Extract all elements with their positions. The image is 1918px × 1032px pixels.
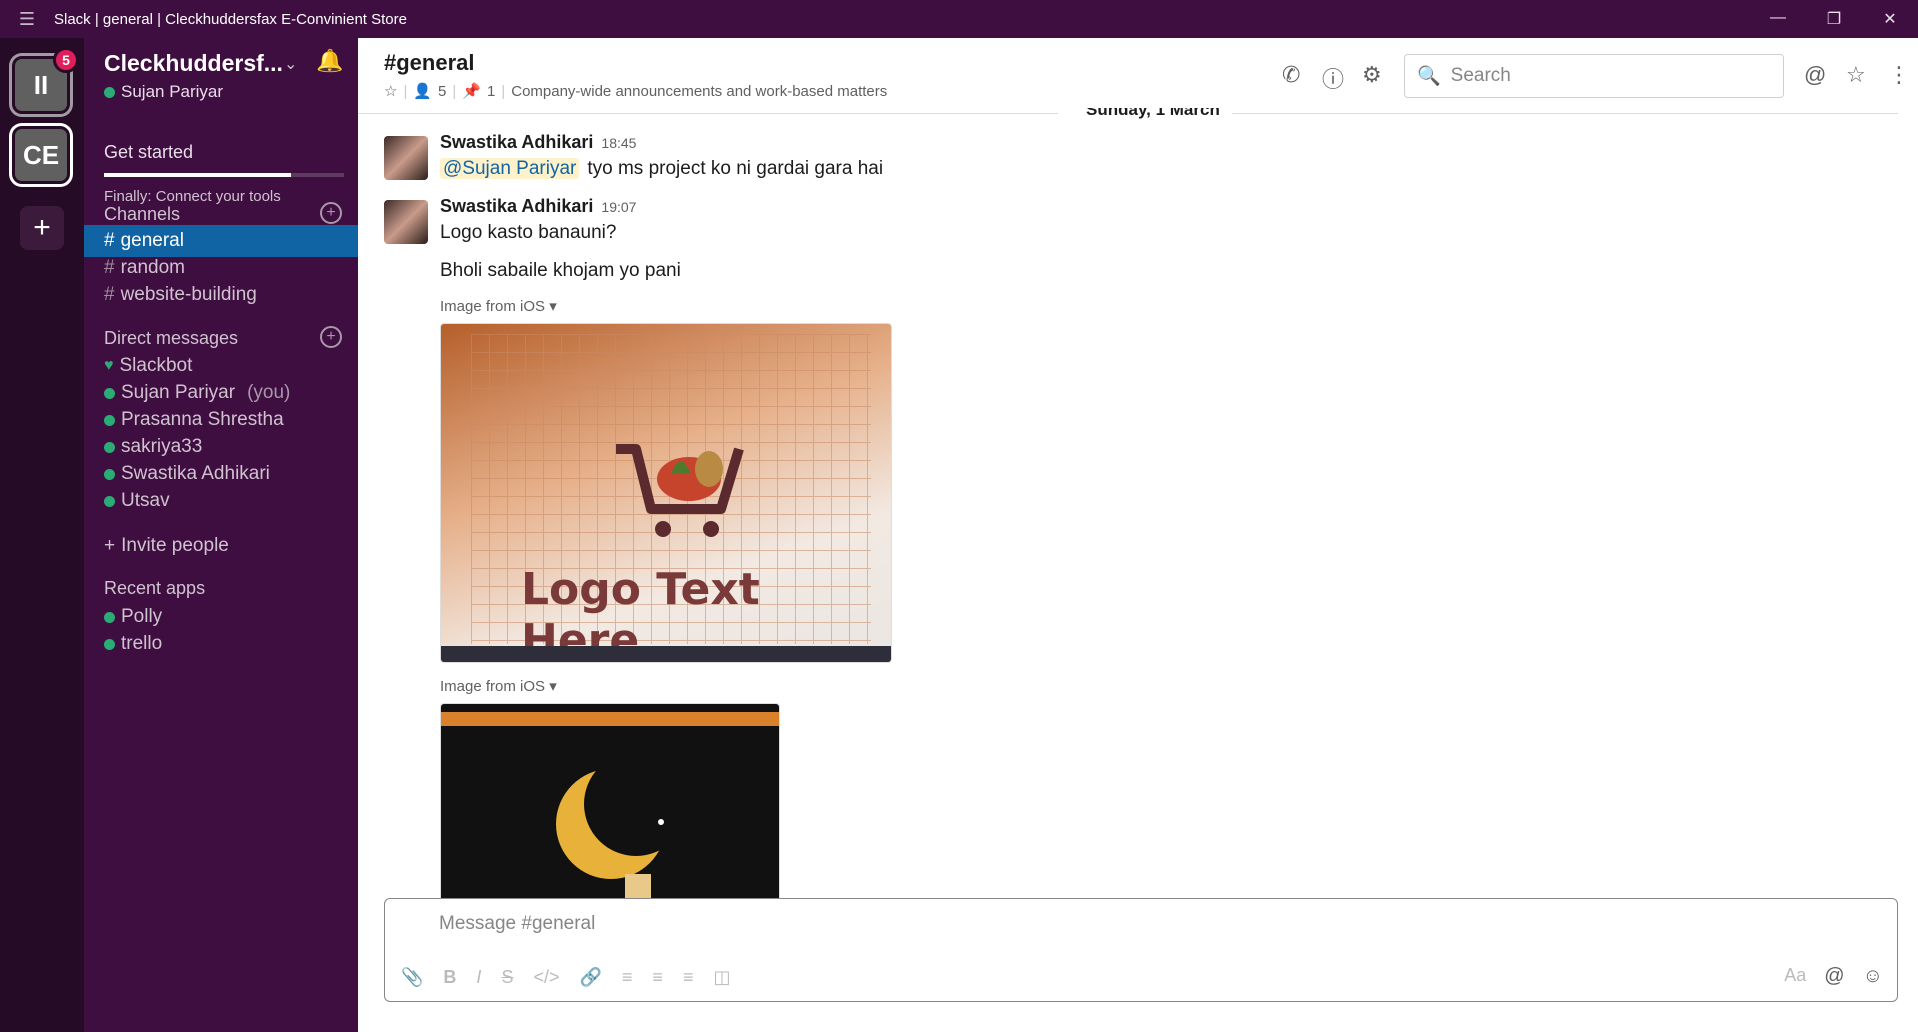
code-block-icon[interactable]: ◫ [713, 967, 730, 988]
minimize-icon[interactable]: — [1750, 9, 1806, 29]
gear-icon[interactable]: ⚙ [1362, 62, 1382, 88]
search-icon: 🔍 [1417, 66, 1441, 87]
window-title: Slack | general | Cleckhuddersfax E-Conv… [54, 10, 407, 28]
mention-icon[interactable]: @ [1824, 965, 1844, 988]
get-started-progress [104, 173, 344, 177]
title-bar: ☰ Slack | general | Cleckhuddersfax E-Co… [0, 0, 1918, 38]
close-icon[interactable]: ✕ [1862, 9, 1918, 29]
dm-utsav[interactable]: Utsav [84, 485, 358, 517]
avatar[interactable] [384, 200, 428, 244]
workspace-ii[interactable]: II 5 [12, 47, 79, 114]
message-time[interactable]: 18:45 [601, 135, 636, 151]
message-list[interactable]: Sunday, 1 March Swastika Adhikari 18:45 @… [358, 108, 1918, 900]
recent-apps-header[interactable]: Recent apps [104, 578, 205, 599]
current-user[interactable]: Sujan Pariyar [104, 82, 223, 102]
message-composer[interactable]: Message #general 📎 B I S </> 🔗 ≡ ≡ ≡ ◫ A… [384, 898, 1898, 1002]
presence-dot [104, 468, 115, 480]
invite-people-link[interactable]: + Invite people [84, 530, 358, 562]
notification-badge: 5 [53, 47, 79, 73]
avatar[interactable] [384, 136, 428, 180]
hash-icon: # [104, 284, 115, 305]
chevron-down-icon[interactable]: ⌄ [284, 54, 297, 74]
moon-photo [441, 704, 779, 900]
starred-icon[interactable]: ☆ [1846, 62, 1866, 88]
bold-icon[interactable]: B [443, 967, 456, 988]
workspace-rail: II 5 CE + [0, 38, 84, 1032]
dm-header[interactable]: Direct messages [104, 328, 238, 349]
logo-photo: Logo Text Here [441, 324, 891, 662]
ordered-list-icon[interactable]: ≡ [622, 967, 633, 988]
channel-meta: ☆ | 👤 5 | 📌 1 | Company-wide announcemen… [384, 82, 888, 101]
channel-topic[interactable]: Company-wide announcements and work-base… [511, 83, 887, 100]
team-name[interactable]: Cleckhuddersf... [104, 50, 283, 77]
strikethrough-icon[interactable]: S [501, 967, 513, 988]
attach-icon[interactable]: 📎 [401, 967, 423, 988]
moon-logo-icon [556, 752, 688, 898]
caret-down-icon[interactable]: ▾ [549, 298, 557, 315]
channels-header[interactable]: Channels [104, 204, 180, 225]
image-attachment[interactable]: Logo Text Here [440, 323, 892, 663]
quote-icon[interactable]: ≡ [683, 967, 694, 988]
presence-dot [104, 611, 115, 623]
star-icon[interactable]: ☆ [384, 82, 397, 100]
restore-icon[interactable]: ❐ [1806, 9, 1862, 29]
heart-icon: ♥ [104, 357, 114, 374]
get-started-link[interactable]: Get started [104, 142, 193, 163]
add-dm-icon[interactable]: + [320, 326, 342, 348]
progress-label: Finally: Connect your tools [104, 188, 281, 205]
search-input[interactable]: 🔍 Search [1404, 54, 1784, 98]
app-trello[interactable]: trello [84, 628, 358, 660]
pin-icon[interactable]: 📌 [462, 82, 481, 100]
caret-down-icon[interactable]: ▾ [549, 678, 557, 695]
date-label[interactable]: Sunday, 1 March [1074, 108, 1232, 120]
channel-title[interactable]: #general [384, 50, 475, 76]
presence-dot [104, 638, 115, 650]
member-count[interactable]: 5 [438, 83, 446, 100]
message-author[interactable]: Swastika Adhikari 18:45 [440, 132, 636, 153]
sidebar: Cleckhuddersf... ⌄ 🔔 Sujan Pariyar Get s… [84, 38, 358, 1032]
workspace-ce[interactable]: CE [12, 126, 70, 184]
format-toggle[interactable]: Aa [1784, 965, 1806, 988]
message-text: Bholi sabaile khojam yo pani [440, 260, 681, 281]
mentions-icon[interactable]: @ [1804, 62, 1826, 88]
presence-dot [104, 414, 115, 426]
image-label[interactable]: Image from iOS ▾ [440, 677, 557, 695]
date-divider: Sunday, 1 March [358, 108, 1898, 120]
message-author[interactable]: Swastika Adhikari 19:07 [440, 196, 636, 217]
add-workspace-button[interactable]: + [20, 206, 64, 250]
plus-icon: + [104, 535, 116, 556]
hash-icon: # [104, 230, 115, 251]
message-input[interactable]: Message #general [439, 913, 595, 935]
hash-icon: # [104, 257, 115, 278]
user-mention[interactable]: @Sujan Pariyar [440, 158, 580, 179]
channel-header: #general ☆ | 👤 5 | 📌 1 | Company-wide an… [358, 38, 1918, 108]
info-icon[interactable]: ⓘ [1322, 62, 1344, 94]
composer-actions: Aa @ ☺ [1784, 965, 1883, 988]
image-label[interactable]: Image from iOS ▾ [440, 297, 557, 315]
link-icon[interactable]: 🔗 [579, 967, 601, 988]
pin-count[interactable]: 1 [487, 83, 495, 100]
presence-dot [104, 86, 115, 98]
italic-icon[interactable]: I [476, 967, 481, 988]
phone-icon[interactable]: ✆ [1282, 62, 1300, 88]
hamburger-icon[interactable]: ☰ [0, 9, 54, 30]
presence-dot [104, 441, 115, 453]
message-time[interactable]: 19:07 [601, 199, 636, 215]
members-icon[interactable]: 👤 [413, 82, 432, 100]
presence-dot [104, 495, 115, 507]
format-toolbar: 📎 B I S </> 🔗 ≡ ≡ ≡ ◫ [401, 967, 730, 988]
add-channel-icon[interactable]: + [320, 202, 342, 224]
emoji-icon[interactable]: ☺ [1863, 965, 1883, 988]
message-text: Logo kasto banauni? [440, 222, 617, 243]
bell-icon[interactable]: 🔔 [316, 48, 343, 74]
code-icon[interactable]: </> [533, 967, 559, 988]
presence-dot [104, 387, 115, 399]
sidebar-item-website-building[interactable]: # website-building [84, 279, 358, 311]
cart-logo-icon [616, 444, 744, 537]
image-attachment[interactable] [440, 703, 780, 900]
message-text: @Sujan Pariyar tyo ms project ko ni garda… [440, 158, 883, 180]
more-icon[interactable]: ⋮ [1888, 62, 1910, 88]
bullet-list-icon[interactable]: ≡ [652, 967, 663, 988]
